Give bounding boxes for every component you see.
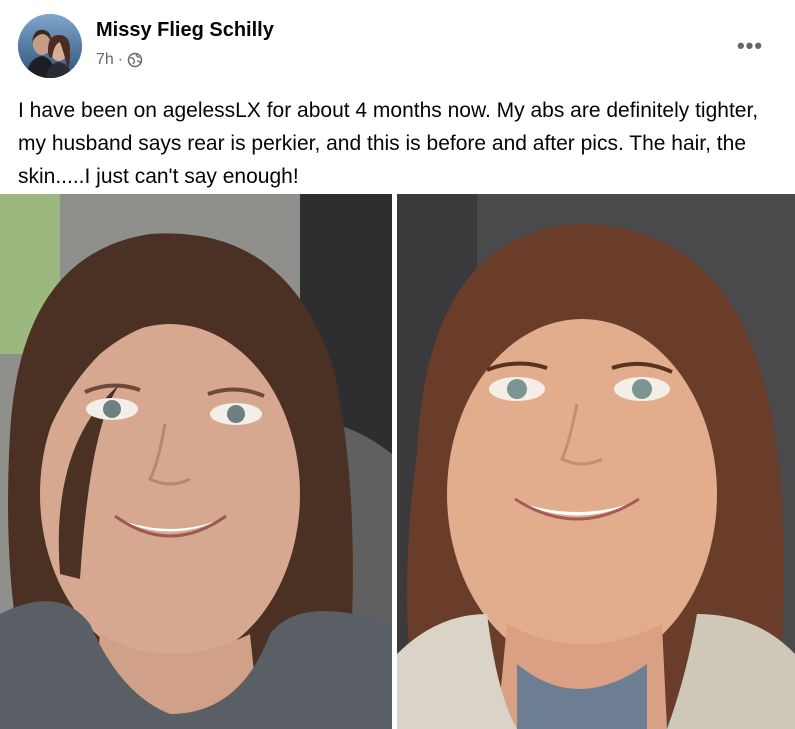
post-timestamp[interactable]: 7h [96, 51, 114, 69]
author-avatar[interactable] [18, 14, 82, 78]
after-photo[interactable] [397, 194, 795, 729]
before-photo[interactable] [0, 194, 392, 729]
post-header: Missy Flieg Schilly 7h · ••• [18, 14, 778, 78]
author-name-link[interactable]: Missy Flieg Schilly [96, 19, 274, 42]
globe-icon[interactable] [127, 52, 143, 68]
more-options-icon[interactable]: ••• [732, 28, 768, 64]
post-text: I have been on agelessLX for about 4 mon… [18, 99, 759, 188]
meta-separator: · [117, 51, 124, 68]
facebook-post: Missy Flieg Schilly 7h · ••• I have been… [0, 0, 795, 729]
post-meta: 7h · [96, 51, 143, 69]
